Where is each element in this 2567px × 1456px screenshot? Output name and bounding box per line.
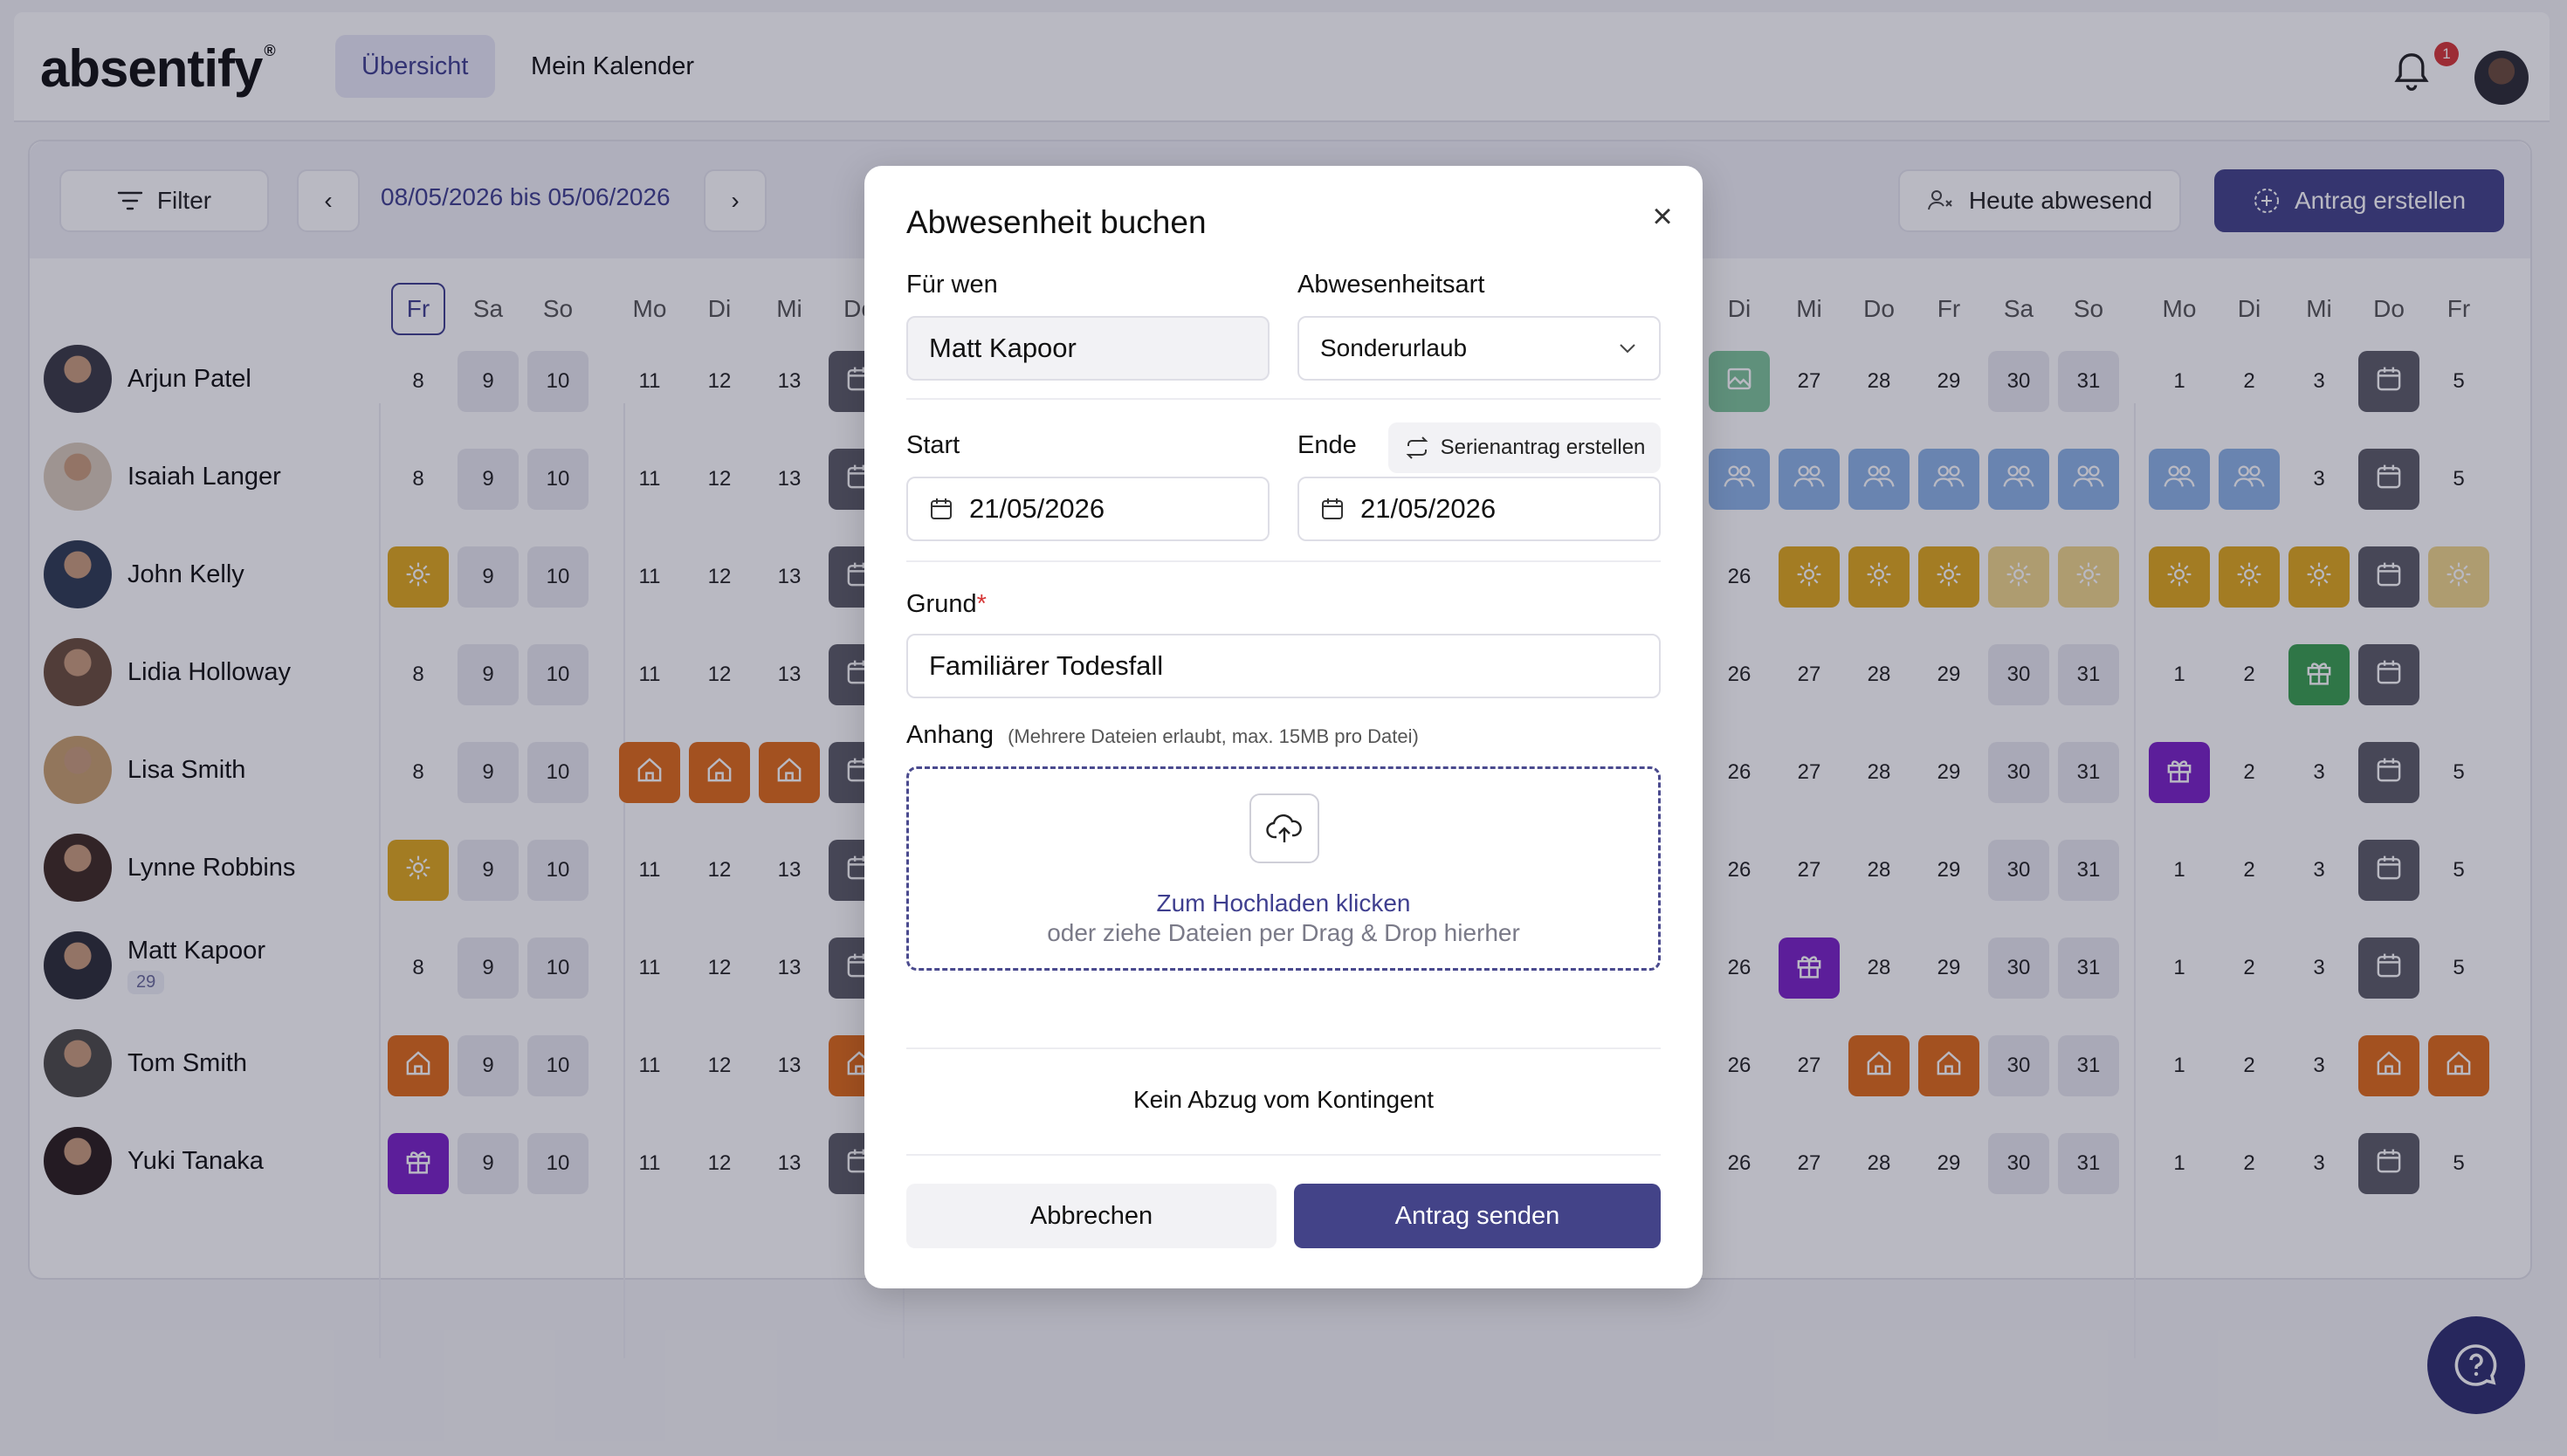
calendar-icon [931, 498, 952, 519]
close-icon[interactable]: × [1641, 196, 1683, 237]
calendar-icon [1322, 498, 1343, 519]
cancel-button[interactable]: Abbrechen [906, 1184, 1277, 1248]
file-upload-dropzone[interactable]: Zum Hochladen klicken oder ziehe Dateien… [906, 766, 1661, 971]
reason-label: Grund* [906, 590, 987, 618]
series-request-button[interactable]: Serienantrag erstellen [1388, 422, 1661, 473]
submit-request-button[interactable]: Antrag senden [1294, 1184, 1661, 1248]
upload-click-text[interactable]: Zum Hochladen klicken [909, 889, 1658, 917]
reason-input[interactable]: Familiärer Todesfall [906, 634, 1661, 698]
upload-cloud-icon [1249, 793, 1319, 863]
dialog-title: Abwesenheit buchen [906, 204, 1207, 240]
repeat-icon [1406, 436, 1428, 459]
divider [906, 1154, 1661, 1156]
for-whom-field[interactable]: Matt Kapoor [906, 316, 1270, 381]
chevron-down-icon [1620, 344, 1635, 354]
end-date-input[interactable]: 21/05/2026 [1297, 477, 1661, 541]
quota-note: Kein Abzug vom Kontingent [1132, 1086, 1434, 1113]
attachment-label: Anhang (Mehrere Dateien erlaubt, max. 15… [906, 721, 1419, 749]
divider [906, 1047, 1661, 1049]
absence-type-label: Abwesenheitsart [1297, 271, 1485, 299]
for-whom-label: Für wen [906, 271, 998, 299]
absence-type-select[interactable]: Sonderurlaub [1297, 316, 1661, 381]
book-absence-dialog: Abwesenheit buchen × Für wen Abwesenheit… [864, 166, 1703, 1288]
divider [906, 560, 1661, 562]
start-label: Start [906, 431, 960, 459]
end-label: Ende [1297, 431, 1357, 459]
upload-drag-text: oder ziehe Dateien per Drag & Drop hierh… [1047, 919, 1520, 946]
divider [906, 398, 1661, 400]
start-date-input[interactable]: 21/05/2026 [906, 477, 1270, 541]
